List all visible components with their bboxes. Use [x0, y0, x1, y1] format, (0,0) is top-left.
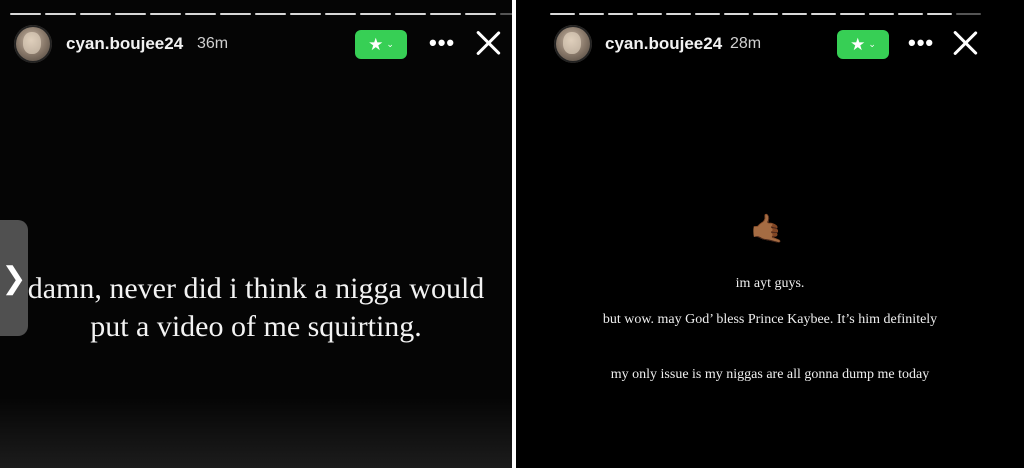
story-background-gradient — [0, 398, 512, 468]
progress-segment — [45, 13, 76, 15]
avatar[interactable] — [554, 25, 592, 63]
progress-segment — [290, 13, 321, 15]
progress-segment — [579, 13, 604, 15]
story-text: damn, never did i think a nigga would pu… — [27, 272, 485, 343]
progress-segment — [465, 13, 496, 15]
story-panel-right[interactable]: cyan.boujee24 28m ★ ⌄ ••• 🤙🏾 im ayt guys… — [516, 0, 1024, 468]
chevron-down-icon: ⌄ — [386, 39, 394, 49]
star-icon: ★ — [368, 35, 384, 54]
close-friends-button[interactable]: ★ ⌄ — [355, 30, 407, 59]
progress-segment — [811, 13, 836, 15]
time-ago: 28m — [730, 35, 762, 52]
progress-segment — [666, 13, 691, 15]
progress-segment — [150, 13, 181, 15]
progress-segment — [637, 13, 662, 15]
progress-segment — [430, 13, 461, 15]
call-me-hand-icon: 🤙🏾 — [750, 213, 785, 244]
progress-segment — [325, 13, 356, 15]
progress-segment — [395, 13, 426, 15]
close-icon[interactable] — [950, 28, 980, 58]
more-icon[interactable]: ••• — [908, 30, 934, 56]
chevron-down-icon: ⌄ — [868, 39, 876, 49]
progress-segment — [956, 13, 981, 15]
close-icon[interactable] — [473, 28, 503, 58]
progress-segment — [608, 13, 633, 15]
story-progress-bar — [10, 13, 512, 15]
progress-segment — [10, 13, 41, 15]
chevron-right-icon: ❯ — [1, 261, 27, 295]
progress-segment — [500, 13, 512, 15]
progress-segment — [80, 13, 111, 15]
story-text-line: my only issue is my niggas are all gonna… — [610, 367, 930, 382]
progress-segment — [255, 13, 286, 15]
more-icon[interactable]: ••• — [429, 30, 455, 56]
progress-segment — [185, 13, 216, 15]
progress-segment — [869, 13, 894, 15]
next-story-tab[interactable]: ❯ — [0, 220, 28, 336]
time-ago: 36m — [197, 35, 229, 52]
progress-segment — [840, 13, 865, 15]
progress-segment — [782, 13, 807, 15]
star-icon: ★ — [850, 35, 866, 54]
avatar[interactable] — [14, 25, 52, 63]
story-text-line: but wow. may God’ bless Prince Kaybee. I… — [602, 312, 938, 327]
username[interactable]: cyan.boujee24 — [605, 34, 722, 54]
progress-segment — [550, 13, 575, 15]
username[interactable]: cyan.boujee24 — [66, 34, 183, 54]
progress-segment — [898, 13, 923, 15]
progress-segment — [724, 13, 749, 15]
progress-segment — [220, 13, 251, 15]
story-panel-left[interactable]: cyan.boujee24 36m ★ ⌄ ••• damn, never di… — [0, 0, 512, 468]
story-text-line: im ayt guys. — [735, 276, 805, 291]
story-progress-bar — [550, 13, 981, 15]
close-friends-button[interactable]: ★ ⌄ — [837, 30, 889, 59]
progress-segment — [753, 13, 778, 15]
progress-segment — [115, 13, 146, 15]
progress-segment — [695, 13, 720, 15]
progress-segment — [927, 13, 952, 15]
progress-segment — [360, 13, 391, 15]
